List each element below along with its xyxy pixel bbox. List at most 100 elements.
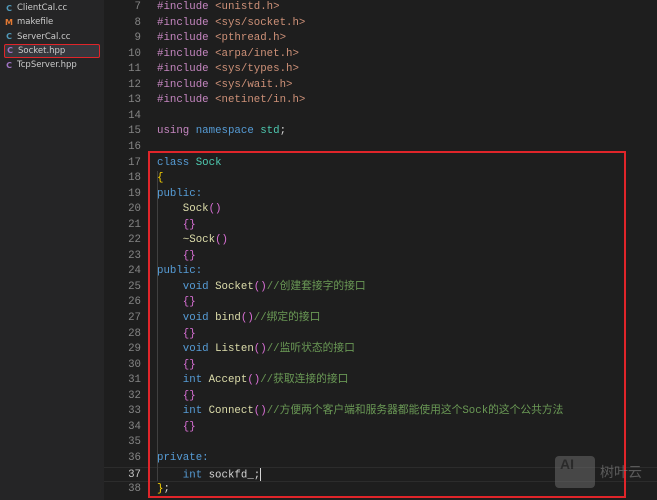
code-token: <sys/types.h>: [215, 63, 299, 76]
line-number: 26: [128, 296, 141, 309]
code-line[interactable]: 35: [104, 435, 657, 451]
code-line[interactable]: 17 class Sock: [104, 156, 657, 172]
code-token: (): [247, 374, 261, 387]
code-line[interactable]: 10 #include <arpa/inet.h>: [104, 47, 657, 63]
code-line[interactable]: 29 void Listen()//监听状态的接口: [104, 342, 657, 358]
line-number: 10: [128, 47, 141, 60]
code-token: Accept: [208, 374, 248, 387]
code-token: void: [157, 343, 216, 356]
code-line[interactable]: 8 #include <sys/socket.h>: [104, 16, 657, 32]
code-line[interactable]: 7 #include <unistd.h>: [104, 0, 657, 16]
line-code: void Listen()//监听状态的接口: [157, 342, 355, 358]
line-number: 38: [128, 483, 141, 496]
code-token: <unistd.h>: [215, 1, 280, 13]
file-name: makefile: [17, 17, 54, 28]
code-token: Sock: [195, 156, 222, 169]
line-number: 13: [128, 94, 141, 107]
code-token: int: [157, 374, 209, 387]
code-line[interactable]: 15 using namespace std;: [104, 124, 657, 140]
file-item[interactable]: C ServerCal.cc: [4, 30, 100, 44]
line-code: {}: [157, 327, 196, 343]
code-line[interactable]: 32 {}: [104, 389, 657, 405]
code-line[interactable]: 13 #include <netinet/in.h>: [104, 93, 657, 109]
line-number: 32: [128, 389, 141, 402]
code-line[interactable]: 11 #include <sys/types.h>: [104, 62, 657, 78]
watermark-logo: AI: [555, 456, 595, 488]
line-code: {}: [157, 358, 196, 374]
code-token: #include: [157, 16, 216, 29]
line-number: 29: [128, 343, 141, 356]
line-code: int sockfd_;: [157, 467, 262, 484]
code-line[interactable]: 16: [104, 140, 657, 156]
code-line[interactable]: 26 {}: [104, 295, 657, 311]
code-token: bind: [215, 312, 241, 324]
code-token: (): [253, 405, 267, 418]
line-code: void bind()//绑定的接口: [157, 311, 321, 327]
code-line[interactable]: 31 int Accept()//获取连接的接口: [104, 373, 657, 389]
code-token: #include: [157, 78, 216, 91]
file-item[interactable]: C TcpServer.hpp: [4, 58, 100, 72]
file-item[interactable]: C ClientCal.cc: [4, 1, 100, 15]
code-line[interactable]: 27 void bind()//绑定的接口: [104, 311, 657, 327]
line-number: 25: [128, 280, 141, 293]
code-token: #include: [157, 1, 216, 13]
code-line[interactable]: 33 int Connect()//方便两个客户端和服务器都能使用这个Sock的…: [104, 404, 657, 420]
code-line[interactable]: 9 #include <pthread.h>: [104, 31, 657, 47]
line-number: 19: [128, 187, 141, 200]
code-token: std: [260, 125, 280, 138]
code-line[interactable]: 30 {}: [104, 358, 657, 374]
line-number: 37: [128, 468, 141, 481]
line-code: ~Sock(): [157, 233, 228, 249]
code-token: {}: [157, 389, 196, 402]
code-line[interactable]: 20 Sock(): [104, 202, 657, 218]
line-number: 33: [128, 405, 141, 418]
code-token: {}: [157, 249, 196, 262]
code-line[interactable]: 19 public:: [104, 187, 657, 203]
code-token: <arpa/inet.h>: [215, 47, 299, 60]
line-code: #include <unistd.h>: [157, 0, 280, 16]
code-editor[interactable]: 7 #include <unistd.h> 8 #include <sys/socke…: [104, 0, 657, 500]
line-code: class Sock: [157, 156, 222, 172]
code-line[interactable]: 21 {}: [104, 218, 657, 234]
code-token: int: [157, 405, 209, 418]
line-number: 24: [128, 265, 141, 278]
code-token: void: [157, 280, 216, 293]
code-token: (): [208, 203, 222, 216]
code-token: //绑定的接口: [253, 312, 321, 324]
file-item[interactable]: Mmakefile: [4, 15, 100, 29]
code-line[interactable]: 28 {}: [104, 327, 657, 343]
line-code: {}: [157, 420, 196, 436]
code-line[interactable]: 12 #include <sys/wait.h>: [104, 78, 657, 94]
line-code: #include <netinet/in.h>: [157, 93, 305, 109]
code-line[interactable]: 18{: [104, 171, 657, 187]
code-token: using: [157, 125, 196, 138]
line-number: 18: [128, 172, 141, 185]
line-code: using namespace std;: [157, 124, 286, 140]
code-token: ;: [163, 483, 170, 496]
code-line[interactable]: 23 {}: [104, 249, 657, 265]
line-number: 34: [128, 420, 141, 433]
code-line[interactable]: 34 {}: [104, 420, 657, 436]
code-token: (): [240, 312, 254, 324]
code-line[interactable]: 14: [104, 109, 657, 125]
code-token: {}: [157, 358, 196, 371]
code-token: #include: [157, 32, 216, 45]
code-token: //监听状态的接口: [266, 343, 355, 356]
code-token: void: [157, 312, 216, 324]
code-token: private:: [157, 451, 209, 464]
file-name: ServerCal.cc: [17, 31, 71, 42]
line-number: 35: [128, 436, 141, 449]
line-code: #include <arpa/inet.h>: [157, 47, 299, 63]
line-number: 20: [128, 203, 141, 216]
file-item[interactable]: C Socket.hpp: [4, 43, 100, 58]
line-code: private:: [157, 451, 209, 467]
line-number: 21: [128, 218, 141, 231]
code-line[interactable]: 22 ~Sock(): [104, 233, 657, 249]
code-line[interactable]: 25 void Socket()//创建套接字的接口: [104, 280, 657, 296]
line-number: 12: [128, 78, 141, 91]
code-token: public:: [157, 187, 203, 200]
line-code: #include <pthread.h>: [157, 31, 286, 47]
code-line[interactable]: 24 public:: [104, 264, 657, 280]
line-number: 30: [128, 358, 141, 371]
code-token: (): [253, 280, 267, 293]
